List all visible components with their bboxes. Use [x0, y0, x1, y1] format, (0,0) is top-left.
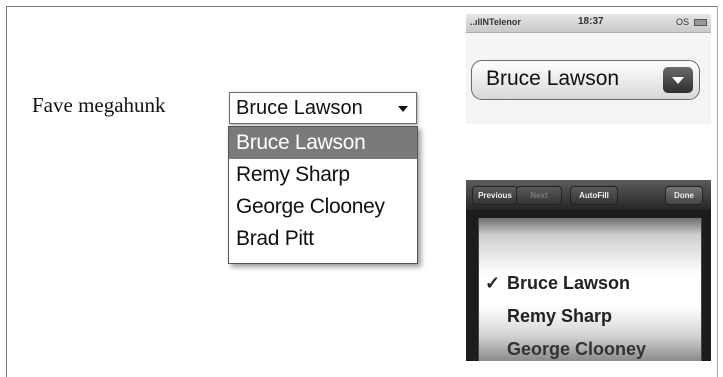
- done-button[interactable]: Done: [665, 186, 703, 205]
- previous-button[interactable]: Previous: [472, 186, 518, 205]
- clock: 18:37: [578, 16, 604, 27]
- option-remy-sharp[interactable]: Remy Sharp: [229, 159, 417, 191]
- option-bruce-lawson[interactable]: Bruce Lawson: [229, 127, 417, 159]
- select-dropdown-list[interactable]: Bruce Lawson Remy Sharp George Clooney B…: [228, 126, 418, 264]
- option-brad-pitt[interactable]: Brad Pitt: [229, 223, 417, 255]
- field-label: Fave megahunk: [32, 93, 166, 117]
- ios-picker: Previous Next AutoFill Done ✓ Bruce Laws…: [466, 180, 711, 361]
- select-value: Bruce Lawson: [236, 97, 363, 119]
- ios-select[interactable]: Bruce Lawson: [471, 60, 700, 100]
- battery-icon: [694, 19, 707, 26]
- next-button[interactable]: Next: [516, 186, 562, 205]
- status-bar: ..ıllNTelenor 18:37 OS: [466, 14, 711, 33]
- picker-toolbar: Previous Next AutoFill Done: [466, 180, 711, 210]
- ios-select-value: Bruce Lawson: [486, 67, 620, 90]
- megahunk-select[interactable]: Bruce Lawson: [229, 92, 417, 124]
- autofill-button[interactable]: AutoFill: [570, 186, 618, 205]
- option-george-clooney[interactable]: George Clooney: [229, 191, 417, 223]
- carrier-label: ..ıllNTelenor: [470, 17, 521, 27]
- chevron-down-icon: [398, 106, 408, 112]
- checkmark-icon: ✓: [485, 273, 501, 293]
- status-text: OS: [675, 17, 689, 27]
- dropdown-arrow-icon[interactable]: [663, 67, 693, 93]
- iphone-select-screen: ..ıllNTelenor 18:37 OS Bruce Lawson: [466, 14, 711, 124]
- picker-wheel[interactable]: ✓ Bruce Lawson Remy Sharp George Clooney: [478, 218, 702, 361]
